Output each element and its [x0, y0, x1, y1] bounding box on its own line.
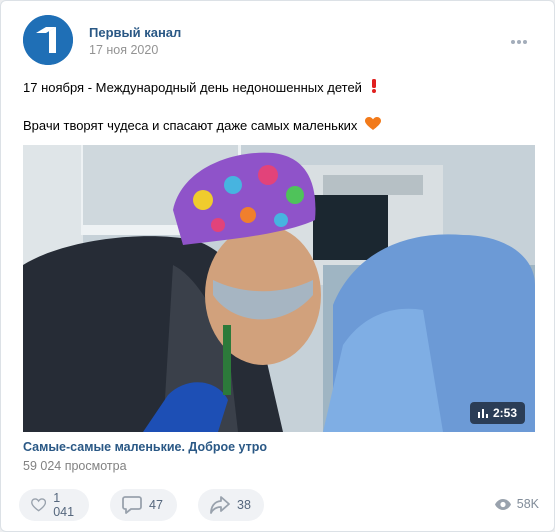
video-duration-badge: 2:53	[469, 402, 525, 424]
like-count: 1 041	[53, 491, 75, 519]
more-options-icon[interactable]	[511, 31, 531, 44]
comment-button[interactable]: 47	[110, 489, 177, 521]
exclamation-emoji-icon	[370, 79, 378, 98]
video-player[interactable]: 2:53	[23, 145, 535, 432]
comment-count: 47	[149, 498, 163, 512]
views-count: 58K	[516, 497, 539, 511]
channel-avatar[interactable]	[23, 15, 73, 65]
eye-icon	[494, 498, 511, 510]
post-text-line-2: Врачи творят чудеса и спасают даже самых…	[23, 117, 382, 136]
video-title[interactable]: Самые-самые маленькие. Доброе утро	[23, 440, 267, 454]
video-quality-icon	[477, 408, 488, 418]
post-card: Первый канал 17 ноя 2020 17 ноября - Меж…	[0, 0, 555, 532]
author-name[interactable]: Первый канал	[89, 25, 181, 40]
post-text-line-1: 17 ноября - Международный день недоношен…	[23, 79, 378, 98]
comment-icon	[122, 496, 142, 514]
video-views: 59 024 просмотра	[23, 459, 127, 473]
post-date[interactable]: 17 ноя 2020	[89, 43, 158, 57]
post-text-1: 17 ноября - Международный день недоношен…	[23, 80, 362, 95]
like-button[interactable]: 1 041	[19, 489, 89, 521]
video-duration: 2:53	[492, 406, 517, 420]
video-thumbnail	[23, 145, 535, 432]
share-button[interactable]: 38	[198, 489, 264, 521]
share-icon	[210, 496, 230, 514]
post-actions: 1 041 47 38 58K	[19, 489, 539, 521]
channel-logo-icon	[23, 15, 73, 65]
heart-icon	[31, 498, 47, 512]
post-text-2: Врачи творят чудеса и спасают даже самых…	[23, 118, 358, 133]
views-counter: 58K	[494, 497, 539, 511]
orange-heart-emoji-icon	[365, 117, 382, 136]
share-count: 38	[237, 498, 251, 512]
post-header: Первый канал 17 ноя 2020	[23, 15, 535, 65]
